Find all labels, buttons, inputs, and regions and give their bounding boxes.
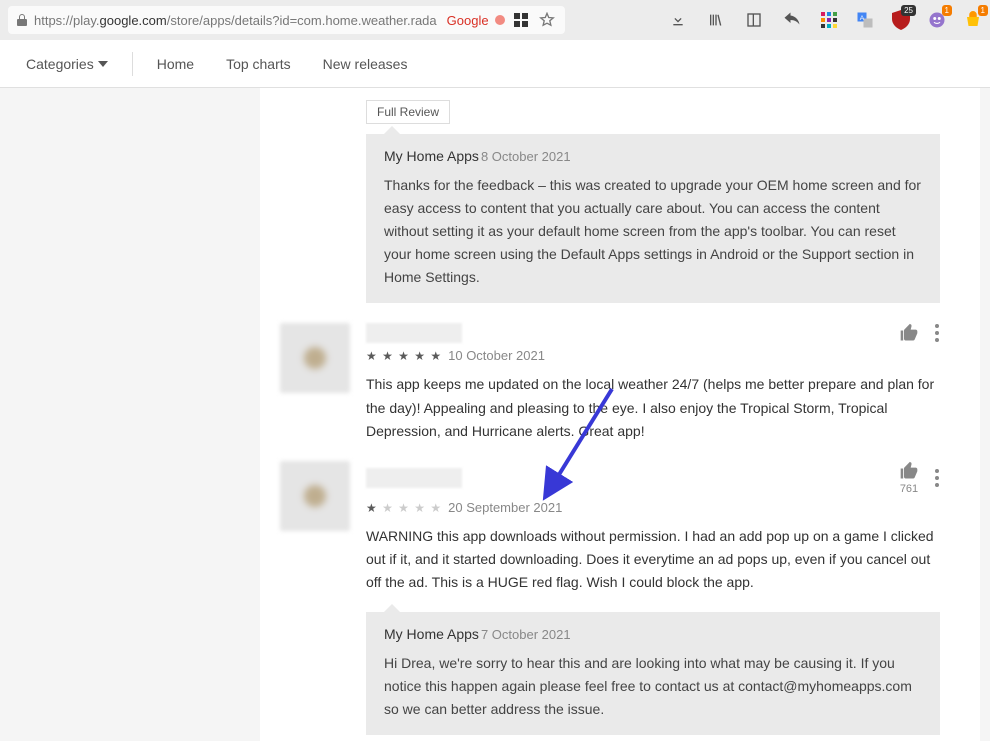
red-dot-icon	[495, 15, 505, 25]
star-icon[interactable]	[537, 10, 557, 30]
developer-reply: My Home Apps7 October 2021 Hi Drea, we'r…	[366, 612, 940, 735]
content-area: Full Review My Home Apps8 October 2021 T…	[0, 88, 990, 741]
library-icon[interactable]	[706, 10, 726, 30]
star-rating: ★ ★ ★ ★ ★	[366, 349, 442, 363]
address-bar[interactable]: https://play.google.com/store/apps/detai…	[8, 6, 565, 34]
divider	[132, 52, 133, 76]
basket-icon[interactable]: 1	[964, 11, 982, 29]
url-text: https://play.google.com/store/apps/detai…	[34, 13, 437, 28]
download-icon[interactable]	[668, 10, 688, 30]
left-gutter	[0, 88, 260, 741]
thumb-up-icon[interactable]	[898, 461, 920, 481]
undo-icon[interactable]	[782, 10, 802, 30]
more-icon[interactable]	[934, 468, 940, 488]
review-text: WARNING this app downloads without permi…	[366, 525, 940, 594]
browser-toolbar: https://play.google.com/store/apps/detai…	[0, 0, 990, 40]
shield-icon[interactable]: 25	[892, 11, 910, 29]
reviewer-name-redacted	[366, 323, 462, 343]
dev-reply-date: 8 October 2021	[481, 149, 571, 164]
reviews-panel: Full Review My Home Apps8 October 2021 T…	[260, 88, 980, 741]
dev-reply-text: Hi Drea, we're sorry to hear this and ar…	[384, 652, 922, 721]
chevron-down-icon	[98, 61, 108, 67]
puzzle-icon[interactable]: 1	[928, 11, 946, 29]
nav-categories[interactable]: Categories	[10, 56, 124, 72]
more-icon[interactable]	[934, 323, 940, 343]
google-label: Google	[447, 13, 489, 28]
dev-reply-date: 7 October 2021	[481, 627, 571, 642]
star-rating: ★ ★ ★ ★ ★	[366, 501, 442, 515]
grid-icon[interactable]	[511, 10, 531, 30]
toolbar-right-icons: A 25 1 1	[668, 10, 982, 30]
developer-reply: My Home Apps8 October 2021 Thanks for th…	[366, 134, 940, 303]
reviewer-name-redacted	[366, 468, 462, 488]
nav-bar: Categories Home Top charts New releases	[0, 40, 990, 88]
apps-icon[interactable]	[820, 11, 838, 29]
nav-home[interactable]: Home	[141, 56, 210, 72]
full-review-button[interactable]: Full Review	[366, 100, 450, 124]
reader-icon[interactable]	[744, 10, 764, 30]
review-text: This app keeps me updated on the local w…	[366, 373, 940, 442]
dev-name: My Home Apps	[384, 148, 479, 164]
thumb-up-icon[interactable]	[898, 323, 920, 343]
nav-new-releases[interactable]: New releases	[307, 56, 424, 72]
review-item: ★ ★ ★ ★ ★ 10 October 2021 This app keeps …	[280, 323, 940, 442]
nav-top-charts[interactable]: Top charts	[210, 56, 307, 72]
lock-icon	[16, 13, 28, 27]
right-gutter	[980, 88, 990, 741]
dev-name: My Home Apps	[384, 626, 479, 642]
review-date: 10 October 2021	[448, 348, 545, 363]
dev-reply-text: Thanks for the feedback – this was creat…	[384, 174, 922, 289]
translate-icon[interactable]: A	[856, 11, 874, 29]
avatar	[280, 323, 350, 393]
thumb-count: 761	[898, 483, 920, 495]
review-date: 20 September 2021	[448, 500, 562, 515]
review-item: 761 ★ ★ ★ ★ ★ 20 September 2021 WARNING t…	[280, 461, 940, 594]
avatar	[280, 461, 350, 531]
svg-text:A: A	[860, 15, 865, 22]
